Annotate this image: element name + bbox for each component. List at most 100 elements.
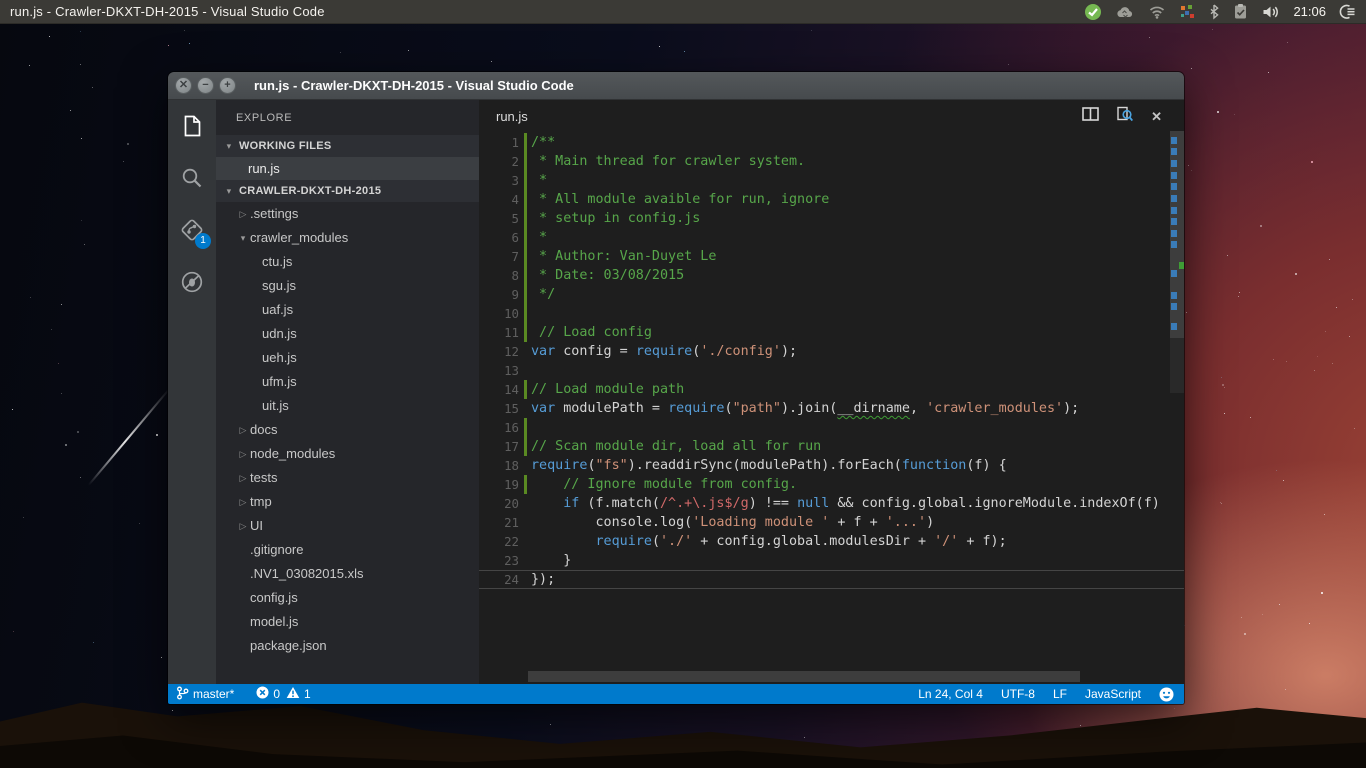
bluetooth-icon[interactable]: [1208, 3, 1220, 20]
code-line-7[interactable]: 7 * Author: Van-Duyet Le: [479, 247, 1184, 266]
tree-file-udn.js[interactable]: udn.js: [216, 322, 479, 346]
error-indicator[interactable]: 0: [256, 686, 280, 702]
clipboard-icon[interactable]: [1233, 3, 1248, 20]
code-line-11[interactable]: 11 // Load config: [479, 323, 1184, 342]
cursor-position[interactable]: Ln 24, Col 4: [918, 687, 983, 701]
code-line-9[interactable]: 9 */: [479, 285, 1184, 304]
tree-folder-node_modules[interactable]: ▷node_modules: [216, 442, 479, 466]
chevron-right-icon: ▷: [238, 202, 248, 226]
code-line-5[interactable]: 5 * setup in config.js: [479, 209, 1184, 228]
tree-folder-.settings[interactable]: ▷.settings: [216, 202, 479, 226]
file-label: run.js: [248, 157, 280, 180]
activity-explorer[interactable]: [168, 100, 216, 152]
code-text: */: [531, 287, 555, 302]
tree-file-model.js[interactable]: model.js: [216, 610, 479, 634]
tree-file-config.js[interactable]: config.js: [216, 586, 479, 610]
window-titlebar[interactable]: ✕ − + run.js - Crawler-DKXT-DH-2015 - Vi…: [168, 72, 1184, 100]
code-line-17[interactable]: 17// Scan module dir, load all for run: [479, 437, 1184, 456]
presence-check-icon[interactable]: [1084, 3, 1102, 21]
activity-search[interactable]: [168, 152, 216, 204]
horizontal-scrollbar[interactable]: [528, 671, 1080, 682]
code-line-14[interactable]: 14// Load module path: [479, 380, 1184, 399]
cloud-icon[interactable]: [1115, 4, 1135, 20]
warning-indicator[interactable]: 1: [286, 686, 311, 702]
window-minimize-button[interactable]: −: [197, 77, 214, 94]
code-line-21[interactable]: 21 console.log('Loading module ' + f + '…: [479, 513, 1184, 532]
tree-file-ueh.js[interactable]: ueh.js: [216, 346, 479, 370]
code-line-24[interactable]: 24});: [479, 570, 1184, 589]
file-tree: ▷.settings▾crawler_modulesctu.jssgu.jsua…: [216, 202, 479, 658]
tree-folder-tmp[interactable]: ▷tmp: [216, 490, 479, 514]
tree-folder-docs[interactable]: ▷docs: [216, 418, 479, 442]
tree-file-uaf.js[interactable]: uaf.js: [216, 298, 479, 322]
line-number: 2: [479, 154, 519, 169]
tree-item-label: node_modules: [250, 442, 335, 466]
eol-indicator[interactable]: LF: [1053, 687, 1067, 701]
gutter-change-indicator: [524, 361, 527, 380]
close-editor-icon[interactable]: ✕: [1151, 109, 1162, 125]
tree-folder-crawler_modules[interactable]: ▾crawler_modules: [216, 226, 479, 250]
code-text: // Load module path: [531, 382, 684, 397]
window-close-button[interactable]: ✕: [175, 77, 192, 94]
tree-folder-UI[interactable]: ▷UI: [216, 514, 479, 538]
code-line-23[interactable]: 23 }: [479, 551, 1184, 570]
code-line-20[interactable]: 20 if (f.match(/^.+\.js$/g) !== null && …: [479, 494, 1184, 513]
code-line-18[interactable]: 18require("fs").readdirSync(modulePath).…: [479, 456, 1184, 475]
tree-file-.NV1_03082015.xls[interactable]: .NV1_03082015.xls: [216, 562, 479, 586]
top-panel: run.js - Crawler-DKXT-DH-2015 - Visual S…: [0, 0, 1366, 24]
tree-item-label: ufm.js: [262, 370, 297, 394]
tree-file-sgu.js[interactable]: sgu.js: [216, 274, 479, 298]
language-mode[interactable]: JavaScript: [1085, 687, 1141, 701]
editor-tab-run-js[interactable]: run.js: [496, 109, 528, 124]
tree-folder-tests[interactable]: ▷tests: [216, 466, 479, 490]
git-branch-indicator[interactable]: master*: [176, 686, 234, 703]
code-line-15[interactable]: 15var modulePath = require("path").join(…: [479, 399, 1184, 418]
preview-icon[interactable]: [1116, 106, 1134, 128]
tree-item-label: tests: [250, 466, 277, 490]
editor-actions: ✕: [1082, 106, 1184, 128]
error-count: 0: [273, 687, 280, 701]
section-project[interactable]: ▾ CRAWLER-DKXT-DH-2015: [216, 180, 479, 202]
wifi-icon[interactable]: [1148, 4, 1166, 19]
tree-file-ctu.js[interactable]: ctu.js: [216, 250, 479, 274]
code-lines[interactable]: 1/**2 * Main thread for crawler system.3…: [479, 133, 1184, 589]
line-number: 20: [479, 496, 519, 511]
chevron-down-icon: ▾: [224, 186, 234, 197]
tree-file-uit.js[interactable]: uit.js: [216, 394, 479, 418]
section-working-files[interactable]: ▾ WORKING FILES: [216, 135, 479, 157]
window-maximize-button[interactable]: +: [219, 77, 236, 94]
code-line-12[interactable]: 12var config = require('./config');: [479, 342, 1184, 361]
code-line-10[interactable]: 10: [479, 304, 1184, 323]
overview-ruler[interactable]: [1170, 131, 1184, 684]
clock[interactable]: 21:06: [1293, 4, 1326, 19]
encoding[interactable]: UTF-8: [1001, 687, 1035, 701]
git-badge: 1: [195, 233, 211, 249]
gutter-change-indicator: [524, 551, 527, 570]
code-line-2[interactable]: 2 * Main thread for crawler system.: [479, 152, 1184, 171]
session-menu-icon[interactable]: [1339, 3, 1356, 20]
code-line-6[interactable]: 6 *: [479, 228, 1184, 247]
tree-file-ufm.js[interactable]: ufm.js: [216, 370, 479, 394]
activity-git[interactable]: 1: [168, 204, 216, 256]
tree-file-.gitignore[interactable]: .gitignore: [216, 538, 479, 562]
working-files-list: run.js: [216, 157, 479, 180]
code-line-1[interactable]: 1/**: [479, 133, 1184, 152]
working-file-run.js[interactable]: run.js: [216, 157, 479, 180]
split-editor-icon[interactable]: [1082, 107, 1099, 126]
code-line-19[interactable]: 19 // Ignore module from config.: [479, 475, 1184, 494]
volume-icon[interactable]: [1261, 4, 1280, 20]
code-line-4[interactable]: 4 * All module avaible for run, ignore: [479, 190, 1184, 209]
activity-debug[interactable]: [168, 256, 216, 308]
feedback-smiley-icon[interactable]: [1159, 687, 1174, 702]
code-line-16[interactable]: 16: [479, 418, 1184, 437]
code-line-22[interactable]: 22 require('./' + config.global.modulesD…: [479, 532, 1184, 551]
code-line-13[interactable]: 13: [479, 361, 1184, 380]
code-line-8[interactable]: 8 * Date: 03/08/2015: [479, 266, 1184, 285]
variety-icon[interactable]: [1179, 4, 1195, 20]
code-text: * Main thread for crawler system.: [531, 154, 805, 169]
line-number: 16: [479, 420, 519, 435]
line-number: 4: [479, 192, 519, 207]
chevron-right-icon: ▷: [238, 514, 248, 538]
tree-file-package.json[interactable]: package.json: [216, 634, 479, 658]
code-line-3[interactable]: 3 *: [479, 171, 1184, 190]
